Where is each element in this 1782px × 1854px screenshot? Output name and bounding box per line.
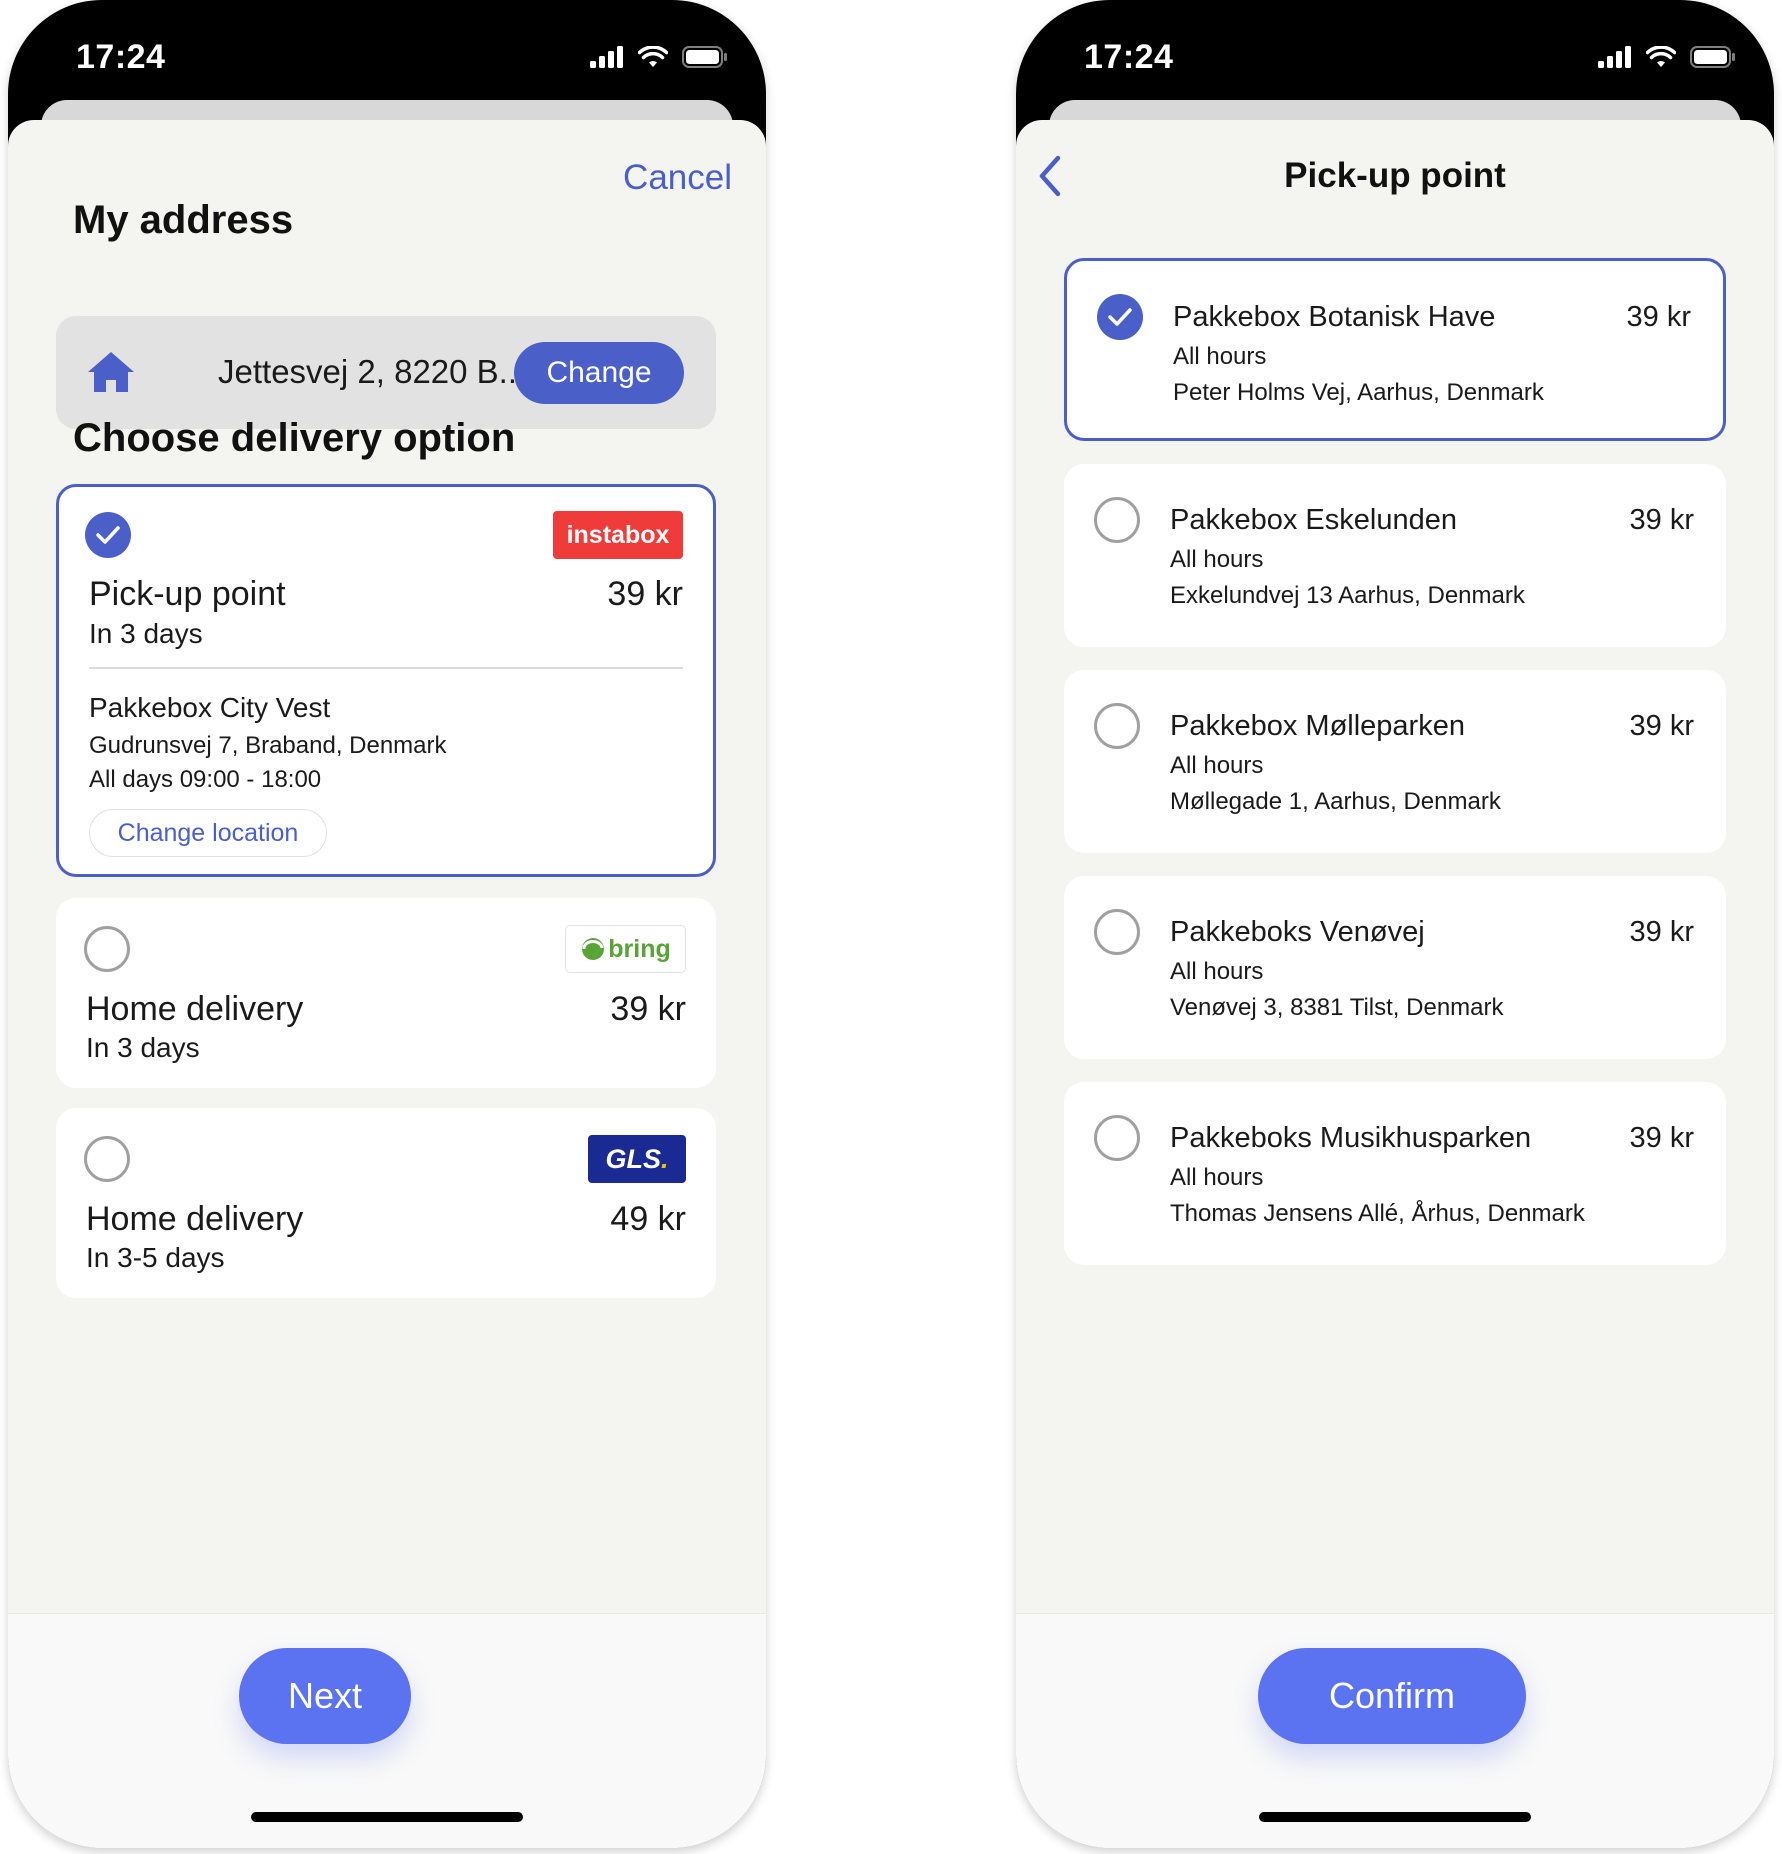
bottom-bar: Confirm bbox=[1016, 1613, 1774, 1848]
location-name: Pakkebox City Vest bbox=[89, 692, 331, 723]
pickup-hours: All hours bbox=[1170, 958, 1264, 985]
delivery-heading: Choose delivery option bbox=[73, 416, 516, 460]
pickup-hours: All hours bbox=[1170, 752, 1264, 779]
pickup-hours: All hours bbox=[1170, 546, 1264, 573]
bring-logo: bring bbox=[565, 925, 686, 973]
pickup-address: Møllegade 1, Aarhus, Denmark bbox=[1170, 788, 1501, 815]
status-bar: 17:24 bbox=[8, 0, 766, 110]
pickup-price: 39 kr bbox=[1629, 504, 1694, 536]
option-title: Home delivery bbox=[86, 1200, 304, 1238]
phone-pickup-points: 17:24 Pick-up point Pakkebox Botanisk Ha… bbox=[1016, 0, 1774, 1848]
location-hours: All days 09:00 - 18:00 bbox=[89, 766, 322, 793]
instabox-logo: instabox bbox=[553, 511, 683, 559]
change-address-button[interactable]: Change bbox=[514, 342, 684, 404]
bring-mark-icon bbox=[582, 938, 605, 960]
wifi-icon bbox=[638, 46, 668, 67]
pickup-name: Pakkebox Eskelunden bbox=[1170, 504, 1457, 536]
battery-icon bbox=[682, 46, 727, 68]
status-time: 17:24 bbox=[1084, 38, 1174, 76]
option-price: 39 kr bbox=[610, 990, 686, 1028]
pickup-name: Pakkebox Mølleparken bbox=[1170, 710, 1465, 742]
pickup-name: Pakkebox Botanisk Have bbox=[1173, 301, 1496, 333]
confirm-button[interactable]: Confirm bbox=[1258, 1648, 1526, 1744]
gls-logo-text: GLS bbox=[605, 1143, 661, 1174]
radio-empty-icon[interactable] bbox=[1094, 703, 1140, 749]
radio-empty-icon[interactable] bbox=[84, 1136, 130, 1182]
pickup-name: Pakkeboks Musikhusparken bbox=[1170, 1122, 1532, 1154]
radio-empty-icon[interactable] bbox=[1094, 1115, 1140, 1161]
bring-logo-text: bring bbox=[608, 934, 671, 963]
bottom-bar: Next bbox=[8, 1613, 766, 1848]
radio-selected[interactable] bbox=[1097, 294, 1143, 340]
radio-empty-icon[interactable] bbox=[84, 926, 130, 972]
delivery-option-bring[interactable]: bring Home delivery 39 kr In 3 days bbox=[56, 898, 716, 1088]
option-eta: In 3-5 days bbox=[86, 1242, 225, 1273]
wifi-icon bbox=[1646, 46, 1676, 67]
option-eta: In 3 days bbox=[86, 1032, 200, 1063]
radio-empty-icon[interactable] bbox=[1094, 909, 1140, 955]
pickup-sheet: Pick-up point Pakkebox Botanisk Have 39 … bbox=[1016, 120, 1774, 1848]
next-button[interactable]: Next bbox=[239, 1648, 411, 1744]
checkmark-icon bbox=[96, 526, 120, 544]
signal-icon bbox=[1598, 46, 1631, 68]
option-title: Home delivery bbox=[86, 990, 304, 1028]
option-price: 49 kr bbox=[610, 1200, 686, 1238]
status-icons bbox=[1598, 46, 1736, 68]
cancel-button[interactable]: Cancel bbox=[623, 158, 732, 198]
signal-icon bbox=[590, 46, 623, 68]
pickup-hours: All hours bbox=[1170, 1164, 1264, 1191]
option-eta: In 3 days bbox=[89, 618, 203, 649]
address-text: Jettesvej 2, 8220 B... bbox=[218, 353, 527, 390]
pickup-price: 39 kr bbox=[1626, 301, 1691, 333]
pickup-price: 39 kr bbox=[1629, 916, 1694, 948]
location-address: Gudrunsvej 7, Braband, Denmark bbox=[89, 732, 447, 759]
address-heading: My address bbox=[73, 198, 294, 242]
change-location-button[interactable]: Change location bbox=[89, 809, 327, 857]
delivery-sheet: Cancel My address Jettesvej 2, 8220 B...… bbox=[8, 120, 766, 1848]
status-bar: 17:24 bbox=[1016, 0, 1774, 110]
pickup-name: Pakkeboks Venøvej bbox=[1170, 916, 1425, 948]
gls-logo: GLS. bbox=[588, 1135, 686, 1183]
delivery-option-gls[interactable]: GLS. Home delivery 49 kr In 3-5 days bbox=[56, 1108, 716, 1298]
radio-selected[interactable] bbox=[85, 512, 131, 558]
home-indicator bbox=[251, 1812, 523, 1822]
pickup-price: 39 kr bbox=[1629, 1122, 1694, 1154]
option-price: 39 kr bbox=[607, 575, 683, 613]
delivery-option-instabox[interactable]: instabox Pick-up point 39 kr In 3 days P… bbox=[56, 484, 716, 877]
home-indicator bbox=[1259, 1812, 1531, 1822]
phone-delivery-options: 17:24 Cancel My address Jettesvej 2, 822… bbox=[8, 0, 766, 1848]
pickup-point-card[interactable]: Pakkebox Botanisk Have 39 kr All hours P… bbox=[1064, 258, 1726, 441]
pickup-address: Exkelundvej 13 Aarhus, Denmark bbox=[1170, 582, 1525, 609]
pickup-point-card[interactable]: Pakkeboks Musikhusparken 39 kr All hours… bbox=[1064, 1082, 1726, 1265]
pickup-point-card[interactable]: Pakkeboks Venøvej 39 kr All hours Venøve… bbox=[1064, 876, 1726, 1059]
status-icons bbox=[590, 46, 728, 68]
radio-empty-icon[interactable] bbox=[1094, 497, 1140, 543]
divider bbox=[89, 667, 683, 669]
home-icon bbox=[88, 352, 134, 392]
pickup-address: Thomas Jensens Allé, Århus, Denmark bbox=[1170, 1200, 1585, 1227]
page-title: Pick-up point bbox=[1284, 156, 1506, 195]
pickup-point-card[interactable]: Pakkebox Mølleparken 39 kr All hours Møl… bbox=[1064, 670, 1726, 853]
option-title: Pick-up point bbox=[89, 575, 286, 613]
status-time: 17:24 bbox=[76, 38, 166, 76]
pickup-address: Venøvej 3, 8381 Tilst, Denmark bbox=[1170, 994, 1504, 1021]
pickup-hours: All hours bbox=[1173, 343, 1267, 370]
battery-icon bbox=[1690, 46, 1735, 68]
checkmark-icon bbox=[1108, 308, 1132, 326]
pickup-point-card[interactable]: Pakkebox Eskelunden 39 kr All hours Exke… bbox=[1064, 464, 1726, 647]
pickup-price: 39 kr bbox=[1629, 710, 1694, 742]
address-box: Jettesvej 2, 8220 B... Change bbox=[56, 316, 716, 429]
pickup-address: Peter Holms Vej, Aarhus, Denmark bbox=[1173, 379, 1544, 406]
